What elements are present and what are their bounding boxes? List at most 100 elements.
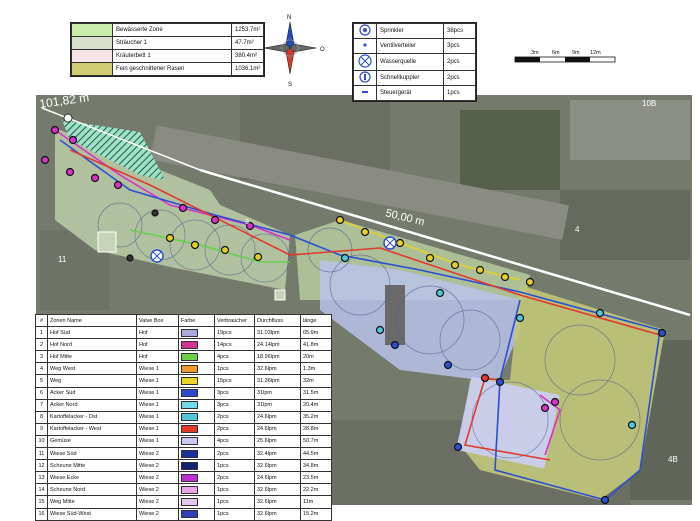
table-row: 6 Acker Süd Wiese 1 3pcs 31lpm 31.5m [35,386,332,400]
zone-column-header: Verbraucher [214,313,255,328]
zone-length: 41.8m [300,338,332,352]
compass-o-label: O [320,47,325,53]
zone-number: 15 [35,495,48,509]
zone-name: Wiese Ecke [47,471,137,485]
zone-consumers: 15pcs [214,374,255,388]
equipment-count: 38pcs [443,23,476,39]
zone-name: Scheune Mitte [47,459,137,473]
zone-flow: 32.6lpm [254,483,301,497]
zone-flow: 24.14lpm [254,338,301,352]
water-source-icon [353,53,377,71]
zone-color-swatch [181,352,198,361]
zone-name: Gemüse [47,434,137,449]
zone-length: 11m [300,495,332,509]
neighbor-roof-10b [570,100,690,160]
table-row: 10 Gemüse Wiese 1 4pcs 25.6lpm 50.7m [35,434,332,449]
zone-color [178,386,215,400]
equipment-count: 2pcs [443,70,476,86]
zone-name: Wiese Süd-West [47,507,137,521]
zone-name: Weg [47,374,137,388]
zone-name: Acker Nord [47,398,137,412]
origin-marker [63,113,73,123]
zone-name: Hof Süd [47,326,137,340]
zone-column-header: Farbe [178,313,215,328]
zone-flow: 25.6lpm [254,434,301,449]
equipment-count: 1pcs [443,85,476,101]
scale-label-3m: 3m [531,50,539,56]
zone-flow: 32.6lpm [254,495,301,509]
table-row: 14 Scheune Nord Wiese 2 1pcs 32.6lpm 22.2m [35,483,332,497]
zone-consumers: 14pcs [214,338,255,352]
zone-name: Hof Mitte [47,350,137,364]
area-legend-row: Kräuterbett 1 380.4m² [71,49,265,63]
zone-length: 1.3m [300,362,332,376]
zone-name: Scheune Nord [47,483,137,497]
controller-icon [353,85,377,101]
zone-flow: 24.6lpm [254,471,301,485]
equipment-name: Schnellkuppler [376,70,444,86]
table-row: 2 Hof Nord Hof 14pcs 24.14lpm 41.8m [35,338,332,352]
area-value: 1036.1m² [230,62,265,76]
path-stones [385,285,405,345]
zone-valve-box: Wiese 2 [136,471,179,485]
valve-box-shed [97,231,117,253]
zone-flow: 31.36lpm [254,374,301,388]
zone-valve-box: Wiese 1 [136,386,179,400]
zone-valve-box: Wiese 2 [136,507,179,521]
table-row: 12 Scheune Mitte Wiese 2 1pcs 32.6lpm 34.8m [35,459,332,473]
zone-flow: 32.6lpm [254,507,301,521]
zone-valve-box: Wiese 2 [136,447,179,461]
zone-table: # Zonen Name Valve Box Farbe Verbraucher Durc… [35,313,332,521]
zone-consumers: 1pcs [214,362,255,376]
zone-color [178,398,215,412]
compass-n-label: N [287,15,291,21]
zone-length: 20m [300,350,332,364]
zone-color [178,362,215,376]
zone-valve-box: Hof [136,326,179,340]
zone-flow: 24.6lpm [254,422,301,436]
area-swatch [71,36,113,50]
equipment-legend-row: Steuergerät 1pcs [353,85,476,101]
zone-length: 34.8m [300,459,332,473]
house-label-3: 3 [245,219,249,226]
zone-color-swatch [181,473,198,482]
zone-color-swatch [181,328,198,337]
area-legend-row: Sträucher 1 47.7m² [71,36,265,50]
scale-bar [514,56,616,63]
zone-color [178,447,215,461]
equipment-name: Steuergerät [376,85,444,101]
area-name: Bewässerte Zone [112,23,232,37]
equipment-name: Ventilverteiler [376,38,444,54]
zone-flow: 32.6lpm [254,459,301,473]
zone-number: 5 [35,374,48,388]
tree-cluster [460,110,560,190]
zone-valve-box: Wiese 1 [136,410,179,424]
zone-length: 23.5m [300,471,332,485]
area-name: Fein geschnittener Rasen [112,62,232,76]
zone-number: 4 [35,362,48,376]
area-value: 47.7m² [230,36,265,50]
zone-column-header: Zonen Name [47,313,137,328]
area-legend-body: Bewässerte Zone 1253.7m² Sträucher 1 47.7m²… [71,23,265,76]
zone-color [178,471,215,485]
zone-number: 1 [35,326,48,340]
sprinkler-icon [353,23,377,39]
zone-color-swatch [181,461,198,470]
table-row: 9 Kartoffelacker - West Wiese 1 2pcs 24.6lpm… [35,422,332,436]
zone-valve-box: Hof [136,338,179,352]
zone-valve-box: Wiese 1 [136,434,179,449]
zone-length: 50.7m [300,434,332,449]
zone-color [178,350,215,364]
zone-color [178,434,215,449]
zone-color-swatch [181,510,198,519]
zone-consumers: 2pcs [214,447,255,461]
zone-number: 13 [35,471,48,485]
zone-color-swatch [181,437,198,446]
zone-color-swatch [181,413,198,422]
zone-color-swatch [181,401,198,410]
zone-flow: 24.6lpm [254,410,301,424]
zone-consumers: 3pcs [214,386,255,400]
zone-column-header: Valve Box [136,313,179,328]
zone-number: 14 [35,483,48,497]
zone-color [178,507,215,521]
